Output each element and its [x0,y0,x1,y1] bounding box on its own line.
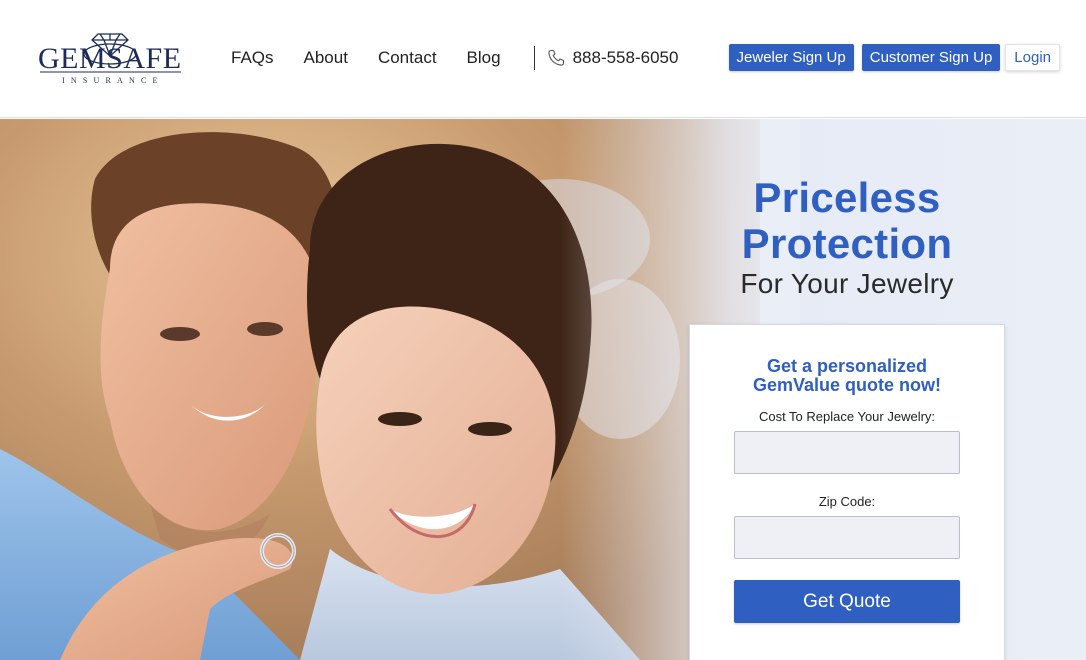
quote-form: Get a personalized GemValue quote now! C… [689,324,1005,660]
customer-signup-button[interactable]: Customer Sign Up [861,44,1001,71]
quote-title-line2: GemValue quote now! [752,375,942,395]
nav-link-blog[interactable]: Blog [467,46,501,70]
nav-divider [533,46,535,70]
gemsafe-logo[interactable]: GEMSAFE INSURANCE [38,32,183,88]
cost-label: Cost To Replace Your Jewelry: [758,409,936,424]
cost-input[interactable] [734,431,960,474]
nav-link-faqs[interactable]: FAQs [231,46,274,70]
get-quote-button[interactable]: Get Quote [734,580,960,623]
phone-icon [547,49,565,67]
header-actions: Jeweler Sign Up Customer Sign Up Login [721,44,1060,71]
svg-text:INSURANCE: INSURANCE [62,76,164,85]
nav-link-contact[interactable]: Contact [378,46,437,70]
headline-protection: Protection [741,220,953,267]
svg-text:GEMSAFE: GEMSAFE [38,42,182,75]
quote-form-title: Get a personalized GemValue quote now! [690,357,1004,395]
login-button[interactable]: Login [1005,44,1060,71]
zip-input[interactable] [734,516,960,559]
gemsafe-logo-graphic: GEMSAFE INSURANCE [38,33,182,85]
nav-link-about[interactable]: About [304,46,348,70]
zip-label: Zip Code: [818,494,876,509]
headline-subtitle: For Your Jewelry [740,268,954,299]
phone-link[interactable]: 888-558-6050 [547,48,679,68]
hero-section: Priceless Protection For Your Jewelry Ge… [0,119,1086,660]
phone-number: 888-558-6050 [572,48,679,67]
hero-headline: Priceless Protection For Your Jewelry [690,175,1004,301]
main-nav: FAQs About Contact Blog 888-558-6050 [231,46,678,70]
site-header: GEMSAFE INSURANCE FAQs About Contact Blo… [0,0,1086,118]
quote-title-line1: Get a personalized [766,356,928,376]
jeweler-signup-button[interactable]: Jeweler Sign Up [728,44,854,71]
headline-priceless: Priceless [753,174,941,221]
